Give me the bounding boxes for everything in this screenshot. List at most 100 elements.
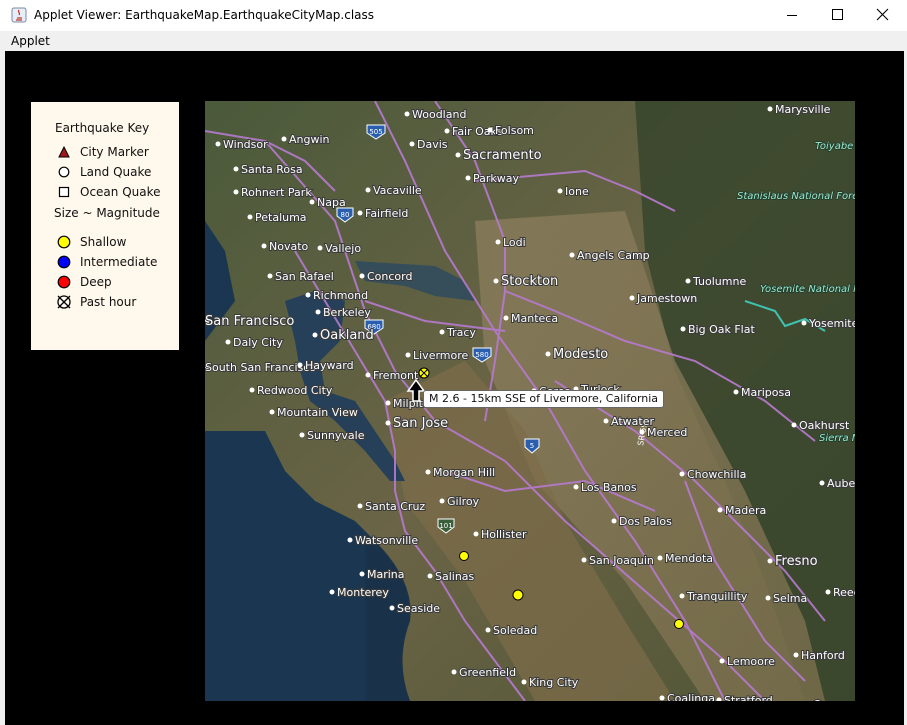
city-dot [215,141,221,147]
city-label: Lodi [503,236,526,249]
city-label: Watsonville [355,534,418,547]
city-label: Sacramento [463,148,542,163]
city-dot [357,210,363,216]
city-dot [309,199,315,205]
city-label: Stratford [724,694,773,701]
city-dot [493,278,499,284]
city-dot [573,484,579,490]
city-label: Big Oak Flat [688,323,755,336]
city-dot [385,400,391,406]
city-label: Gilroy [447,495,480,508]
city-dot [404,111,410,117]
city-dot [385,420,391,426]
city-dot [629,295,635,301]
minimize-button[interactable] [769,0,815,31]
city-label: Fairfield [365,207,408,220]
quake-near-livermore[interactable] [418,367,430,379]
quake-near-coalinga[interactable] [674,619,684,629]
quake-near-soledad[interactable] [512,589,524,601]
key-row-city: City Marker [31,144,179,160]
city-label: Soledad [493,624,537,637]
city-label: San Jose [393,416,448,431]
city-dot [365,372,371,378]
city-dot [365,187,371,193]
key-label-land: Land Quake [80,165,152,179]
city-dot [315,309,321,315]
park-label-toiyabe: Toiyabe National Forest [815,141,855,152]
city-dot [679,471,685,477]
city-dot [389,605,395,611]
city-label: Petaluma [255,211,307,224]
city-label: Greenfield [459,666,516,679]
city-dot [233,166,239,172]
maximize-button[interactable] [815,0,861,31]
city-dot [267,273,273,279]
city-label: Napa [317,196,346,209]
square-icon [58,186,70,198]
city-dot [405,352,411,358]
key-row-shallow: Shallow [31,234,179,250]
city-dot [825,589,831,595]
city-dot [657,555,663,561]
city-label: Coalinga [667,692,715,701]
city-label: Los Banos [581,481,637,494]
key-label-past-hour: Past hour [80,295,137,309]
city-dot [465,175,471,181]
city-label: Rohnert Park [241,186,312,199]
key-size-label: Size ~ Magnitude [54,206,160,220]
city-label: Selma [773,592,807,605]
intermediate-circle-icon [57,255,71,269]
city-label: Yosemite Village [808,317,855,330]
city-label: Stockton [501,274,558,289]
menu-applet[interactable]: Applet [11,34,50,48]
city-label: Mendota [665,552,713,565]
city-label: Seaside [397,602,440,615]
close-button[interactable] [861,0,907,31]
highway-label-101: 101 [439,522,452,530]
city-dot [581,557,587,563]
city-label: Vacaville [373,184,422,197]
city-dot [801,320,807,326]
triangle-icon [58,146,70,158]
city-dot [521,679,527,685]
key-label-deep: Deep [80,275,112,289]
city-dot [329,589,335,595]
key-title: Earthquake Key [55,121,150,135]
city-label: Vallejo [325,242,361,255]
city-label: Ione [565,185,589,198]
city-label: Santa Cruz [365,500,425,513]
city-dot [545,351,551,357]
city-label: Redwood City [257,384,333,397]
city-dot [659,695,665,701]
city-dot [451,669,457,675]
minimize-icon [787,15,797,16]
city-label: Hanford [801,649,845,662]
city-label: Fresno [775,554,818,569]
city-label: Tranquillity [686,590,748,603]
city-dot [733,389,739,395]
city-label: Sunnyvale [307,429,365,442]
city-dot [603,418,609,424]
city-dot [249,387,255,393]
city-dot [791,422,797,428]
city-dot [685,278,691,284]
city-label: Concord [367,270,412,283]
quake-near-salinas[interactable] [459,551,469,561]
city-dot [357,503,363,509]
city-label: Oakhurst [799,419,850,432]
close-icon [876,8,889,21]
deep-circle-icon [57,275,71,289]
city-dot [473,531,479,537]
city-label: Oakland [320,328,374,343]
city-dot [247,214,253,220]
city-label: Davis [417,138,448,151]
city-dot [767,106,773,112]
key-row-land: Land Quake [31,164,179,180]
city-dot [819,480,825,486]
city-label: Windsor [223,138,268,151]
city-label: Jamestown [636,292,697,305]
city-label: Marysville [775,103,831,116]
java-applet-icon [11,7,27,23]
city-label: Woodland [412,108,466,121]
city-dot [793,652,799,658]
